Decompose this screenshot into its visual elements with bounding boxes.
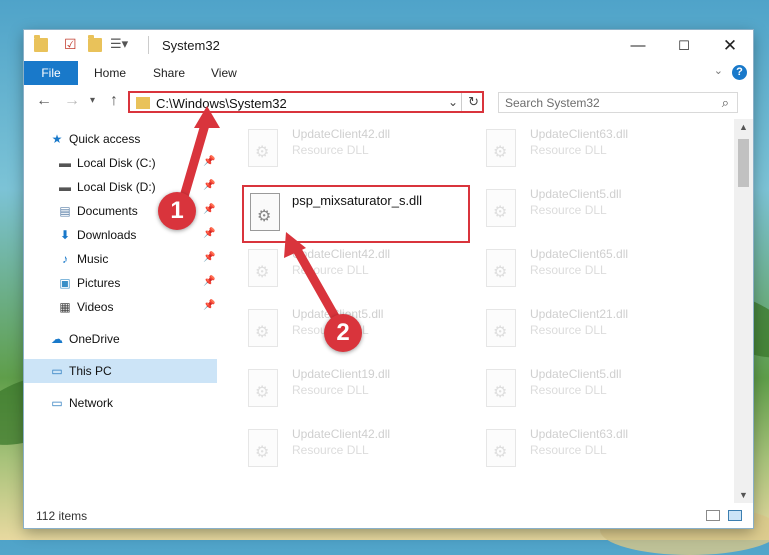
file-item[interactable]: UpdateClient21.dll Resource DLL [456,299,686,353]
pin-icon[interactable]: 📌 [203,156,215,167]
file-item[interactable]: UpdateClient5.dll Resource DLL [456,359,686,413]
drive-icon: ▬ [59,180,71,194]
dll-file-icon [248,369,278,407]
sidebar-item-local-disk-c[interactable]: ▬ Local Disk (C:) 📌 [24,151,217,175]
dll-file-icon [486,429,516,467]
vertical-scrollbar[interactable]: ▲ ▼ [734,119,753,503]
star-icon: ★ [51,132,63,146]
sidebar-item-videos[interactable]: ▦ Videos 📌 [24,295,217,319]
refresh-icon[interactable]: ↻ [468,94,479,110]
file-item[interactable]: UpdateClient5.dll Resource DLL [456,179,686,233]
tab-file[interactable]: File [24,61,78,85]
tab-share[interactable]: Share [153,61,185,85]
file-item[interactable]: UpdateClient19.dll Resource DLL [218,359,448,413]
computer-icon: ▭ [51,364,63,378]
address-bar[interactable]: C:\Windows\System32 ⌄ ↻ [128,91,484,113]
tab-view[interactable]: View [211,61,237,85]
customize-toolbar-icon[interactable]: ☰▾ [110,36,128,51]
dll-file-icon [248,429,278,467]
pin-icon[interactable]: 📌 [203,300,215,311]
sidebar-item-onedrive[interactable]: ☁ OneDrive [24,327,217,351]
scroll-down-icon[interactable]: ▼ [734,487,753,503]
sidebar-item-downloads[interactable]: ⬇ Downloads 📌 [24,223,217,247]
address-path[interactable]: C:\Windows\System32 [156,96,287,111]
dll-file-icon [248,249,278,287]
maximize-button[interactable]: ☐ [661,30,707,61]
close-button[interactable]: ✕ [707,30,753,61]
ribbon-tabs: File Home Share View ⌄ ? [24,61,753,86]
file-item[interactable]: UpdateClient63.dll Resource DLL [456,419,686,473]
title-bar: ☑ ☰▾ System32 — ☐ ✕ [24,30,753,61]
file-list: UpdateClient42.dll Resource DLL UpdateCl… [218,119,734,503]
minimize-button[interactable]: — [615,30,661,61]
navigation-pane: ★ Quick access ▬ Local Disk (C:) 📌 ▬ Loc… [24,119,217,503]
videos-icon: ▦ [59,300,71,314]
pin-icon[interactable]: 📌 [203,228,215,239]
pin-icon[interactable]: 📌 [203,252,215,263]
file-item[interactable]: UpdateClient42.dll Resource DLL [218,239,448,293]
folder-icon [34,35,48,52]
forward-arrow-icon[interactable]: → [64,92,80,110]
file-item-psp-mixsaturator[interactable]: psp_mixsaturator_s.dll [242,185,470,243]
music-icon: ♪ [62,252,68,266]
recent-locations-icon[interactable]: ▾ [90,95,95,106]
tab-home[interactable]: Home [94,61,126,85]
cloud-icon: ☁ [51,332,63,346]
dll-file-icon [248,309,278,347]
search-icon[interactable]: ⌕ [722,95,729,111]
sidebar-item-music[interactable]: ♪ Music 📌 [24,247,217,271]
file-item[interactable]: UpdateClient65.dll Resource DLL [456,239,686,293]
address-divider [461,93,462,111]
status-bar: 112 items [24,503,753,528]
sidebar-item-this-pc[interactable]: ▭ This PC [24,359,217,383]
search-input[interactable]: Search System32 ⌕ [498,92,738,113]
pictures-icon: ▣ [59,276,71,290]
title-divider [148,36,149,54]
up-arrow-icon[interactable]: ↑ [110,92,118,110]
window-title: System32 [162,38,220,53]
help-button[interactable]: ? [732,65,747,80]
download-icon: ⬇ [59,228,71,242]
dll-file-icon [486,249,516,287]
expand-ribbon-icon[interactable]: ⌄ [714,64,723,77]
sidebar-item-pictures[interactable]: ▣ Pictures 📌 [24,271,217,295]
back-arrow-icon[interactable]: ← [36,92,52,110]
callout-step-2: 2 [324,314,362,352]
large-icons-view-icon[interactable] [728,510,742,521]
dll-file-icon [486,369,516,407]
dll-file-icon [486,309,516,347]
details-view-icon[interactable] [706,510,720,521]
scroll-thumb[interactable] [738,139,749,187]
new-folder-icon[interactable] [88,35,102,52]
sidebar-item-network[interactable]: ▭ Network [24,391,217,415]
pin-icon[interactable]: 📌 [203,204,215,215]
dll-file-icon [250,193,280,231]
dll-file-icon [486,129,516,167]
pin-icon[interactable]: 📌 [203,180,215,191]
callout-step-1: 1 [158,192,196,230]
properties-icon[interactable]: ☑ [64,36,78,52]
search-placeholder: Search System32 [505,96,600,110]
chevron-down-icon[interactable]: ⌄ [448,95,458,109]
file-item[interactable]: UpdateClient63.dll Resource DLL [456,119,686,173]
network-icon: ▭ [51,396,63,410]
folder-icon [136,97,150,109]
file-explorer-window: ☑ ☰▾ System32 — ☐ ✕ File Home Share View… [24,30,753,528]
item-count: 112 items [36,509,88,523]
scroll-up-icon[interactable]: ▲ [734,119,753,135]
dll-file-icon [248,129,278,167]
pin-icon[interactable]: 📌 [203,276,215,287]
sidebar-item-quick-access[interactable]: ★ Quick access [24,127,217,151]
navigation-bar: ← → ▾ ↑ C:\Windows\System32 ⌄ ↻ Search S… [24,85,753,119]
documents-icon: ▤ [59,204,71,218]
file-item[interactable]: UpdateClient42.dll Resource DLL [218,119,448,173]
dll-file-icon [486,189,516,227]
file-item[interactable]: UpdateClient42.dll Resource DLL [218,419,448,473]
drive-icon: ▬ [59,156,71,170]
